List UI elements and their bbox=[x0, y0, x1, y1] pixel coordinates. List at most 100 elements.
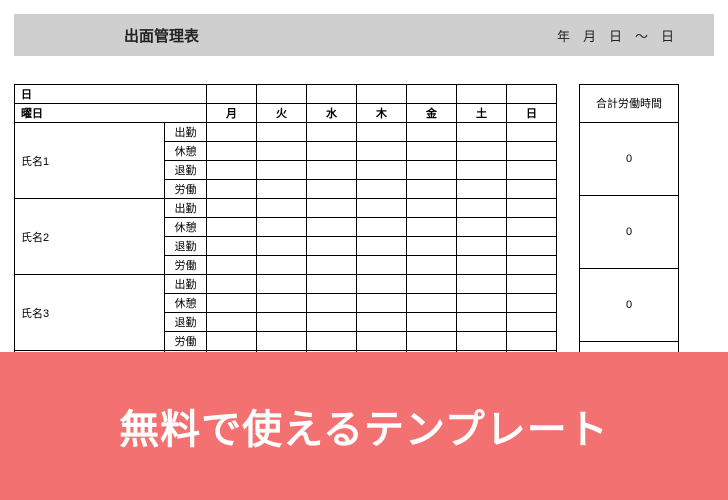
day-label: 木 bbox=[357, 104, 407, 123]
data-cell bbox=[507, 161, 557, 180]
data-cell bbox=[407, 256, 457, 275]
category-cell: 退勤 bbox=[165, 237, 207, 256]
header-row-date: 日 bbox=[15, 85, 557, 104]
data-cell bbox=[407, 294, 457, 313]
data-cell bbox=[407, 161, 457, 180]
data-cell bbox=[507, 199, 557, 218]
data-cell bbox=[407, 123, 457, 142]
data-cell bbox=[207, 218, 257, 237]
category-cell: 労働 bbox=[165, 332, 207, 351]
data-cell bbox=[407, 313, 457, 332]
day-cell bbox=[457, 85, 507, 104]
data-cell bbox=[207, 313, 257, 332]
table-row: 氏名3出勤 bbox=[15, 275, 557, 294]
data-cell bbox=[207, 294, 257, 313]
data-cell bbox=[257, 161, 307, 180]
data-cell bbox=[207, 256, 257, 275]
data-cell bbox=[357, 332, 407, 351]
day-label: 月 bbox=[207, 104, 257, 123]
data-cell bbox=[307, 161, 357, 180]
data-cell bbox=[457, 142, 507, 161]
banner-text: 無料で使えるテンプレート bbox=[119, 397, 609, 455]
data-cell bbox=[207, 332, 257, 351]
day-cell bbox=[357, 85, 407, 104]
total-cell: 0 bbox=[580, 195, 679, 268]
data-cell bbox=[257, 256, 307, 275]
data-cell bbox=[357, 199, 407, 218]
data-cell bbox=[457, 313, 507, 332]
day-cell bbox=[307, 85, 357, 104]
day-cell bbox=[407, 85, 457, 104]
data-cell bbox=[357, 275, 407, 294]
data-cell bbox=[507, 180, 557, 199]
data-cell bbox=[207, 180, 257, 199]
data-cell bbox=[457, 256, 507, 275]
category-cell: 退勤 bbox=[165, 313, 207, 332]
data-cell bbox=[207, 275, 257, 294]
data-cell bbox=[257, 237, 307, 256]
person-name-cell: 氏名1 bbox=[15, 123, 165, 199]
data-cell bbox=[307, 313, 357, 332]
data-cell bbox=[307, 237, 357, 256]
data-cell bbox=[507, 275, 557, 294]
total-row: 0 bbox=[580, 195, 679, 268]
data-cell bbox=[307, 275, 357, 294]
total-header: 合計労働時間 bbox=[580, 85, 679, 123]
table-row: 氏名2出勤 bbox=[15, 199, 557, 218]
data-cell bbox=[257, 294, 307, 313]
data-cell bbox=[507, 256, 557, 275]
data-cell bbox=[307, 123, 357, 142]
day-label: 火 bbox=[257, 104, 307, 123]
category-cell: 休憩 bbox=[165, 218, 207, 237]
category-cell: 出勤 bbox=[165, 199, 207, 218]
data-cell bbox=[457, 275, 507, 294]
data-cell bbox=[457, 199, 507, 218]
weekday-header: 曜日 bbox=[15, 104, 207, 123]
data-cell bbox=[507, 123, 557, 142]
data-cell bbox=[207, 237, 257, 256]
data-cell bbox=[457, 218, 507, 237]
data-cell bbox=[257, 332, 307, 351]
day-label: 土 bbox=[457, 104, 507, 123]
person-name-cell: 氏名2 bbox=[15, 199, 165, 275]
data-cell bbox=[357, 237, 407, 256]
data-cell bbox=[357, 161, 407, 180]
data-cell bbox=[507, 313, 557, 332]
day-cell bbox=[207, 85, 257, 104]
data-cell bbox=[207, 161, 257, 180]
date-header: 日 bbox=[15, 85, 207, 104]
data-cell bbox=[307, 180, 357, 199]
day-cell bbox=[257, 85, 307, 104]
data-cell bbox=[407, 199, 457, 218]
category-cell: 退勤 bbox=[165, 161, 207, 180]
data-cell bbox=[457, 180, 507, 199]
data-cell bbox=[257, 275, 307, 294]
data-cell bbox=[357, 218, 407, 237]
category-cell: 労働 bbox=[165, 256, 207, 275]
data-cell bbox=[457, 294, 507, 313]
data-cell bbox=[507, 294, 557, 313]
data-cell bbox=[207, 142, 257, 161]
data-cell bbox=[307, 199, 357, 218]
data-cell bbox=[407, 218, 457, 237]
data-cell bbox=[357, 123, 407, 142]
data-cell bbox=[307, 332, 357, 351]
data-cell bbox=[257, 218, 307, 237]
day-label: 日 bbox=[507, 104, 557, 123]
data-cell bbox=[407, 142, 457, 161]
data-cell bbox=[357, 180, 407, 199]
data-cell bbox=[257, 123, 307, 142]
category-cell: 出勤 bbox=[165, 275, 207, 294]
data-cell bbox=[207, 123, 257, 142]
data-cell bbox=[457, 237, 507, 256]
page-title: 出面管理表 bbox=[124, 25, 199, 46]
data-cell bbox=[257, 199, 307, 218]
category-cell: 労働 bbox=[165, 180, 207, 199]
table-row: 氏名1出勤 bbox=[15, 123, 557, 142]
data-cell bbox=[407, 332, 457, 351]
data-cell bbox=[407, 275, 457, 294]
data-cell bbox=[407, 237, 457, 256]
total-cell: 0 bbox=[580, 268, 679, 341]
data-cell bbox=[507, 142, 557, 161]
total-cell: 0 bbox=[580, 122, 679, 195]
